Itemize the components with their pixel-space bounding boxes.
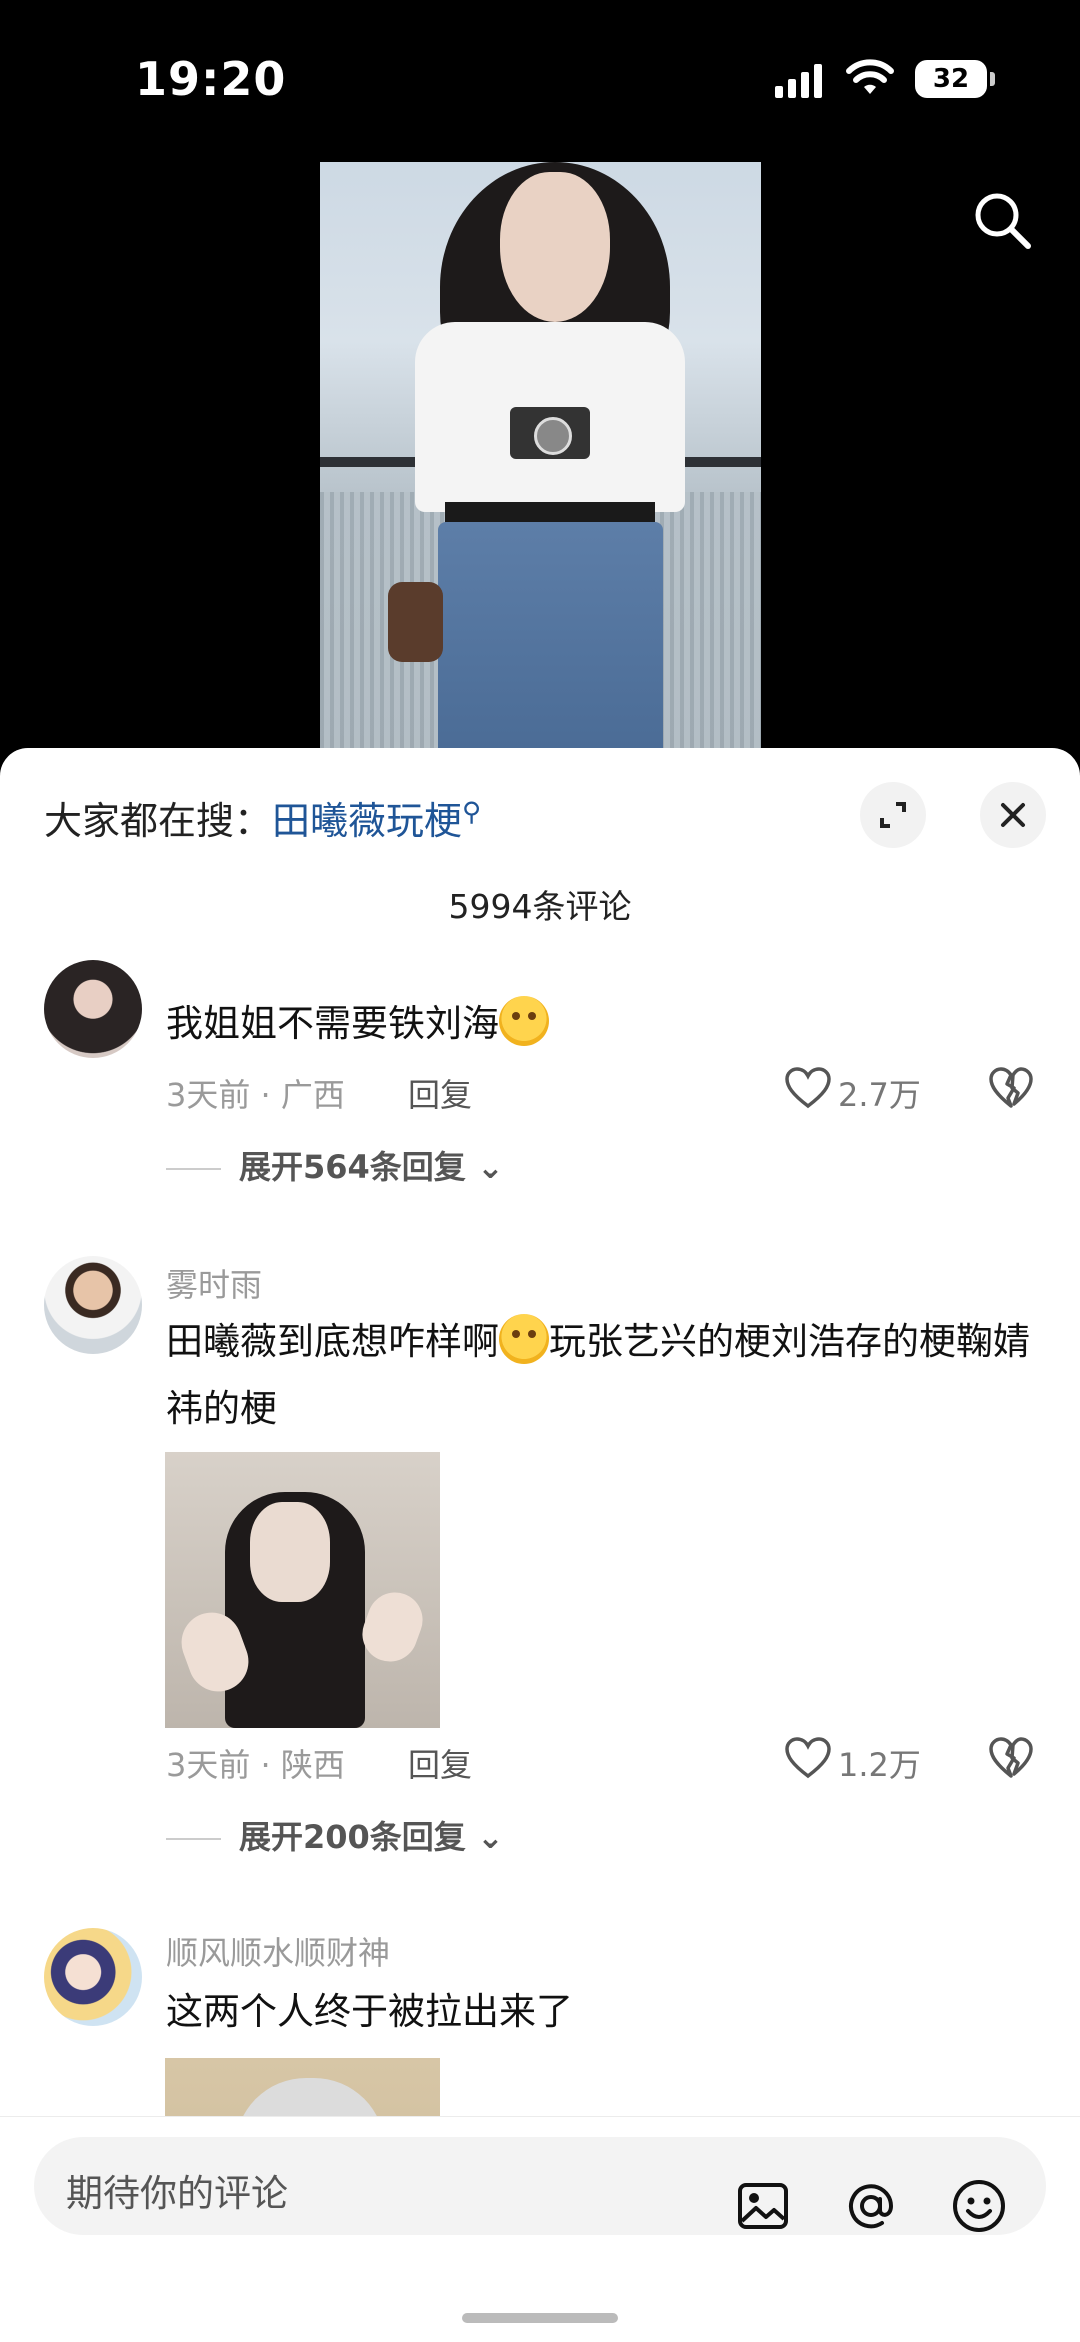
comment-text: 我姐姐不需要铁刘海 (166, 990, 1046, 1057)
crying-emoji-icon (499, 996, 549, 1046)
cellular-signal-icon (775, 64, 825, 98)
trending-search-keyword[interactable]: 田曦薇玩梗 (272, 799, 462, 843)
search-icon[interactable] (970, 188, 1034, 252)
heart-icon[interactable] (784, 1066, 832, 1110)
media-area: 19:20 32 (0, 0, 1080, 760)
wifi-icon (846, 59, 894, 94)
trending-search[interactable]: 大家都在搜：田曦薇玩梗⚲ (44, 790, 481, 845)
comment-text: 田曦薇到底想咋样啊 玩张艺兴的梗刘浩存的梗鞠婧祎的梗 (166, 1308, 1046, 1442)
battery-tip (990, 72, 995, 86)
avatar[interactable] (44, 960, 142, 1058)
like-count: 1.2万 (838, 1746, 921, 1784)
comment-input-bar: 期待你的评论 (0, 2116, 1080, 2342)
expand-replies[interactable]: 展开564条回复 ⌄ (166, 1142, 504, 1188)
trending-search-prefix: 大家都在搜： (44, 799, 273, 843)
comment-input-placeholder: 期待你的评论 (66, 2172, 288, 2215)
comment-count: 5994条评论 (448, 887, 632, 926)
heart-icon[interactable] (784, 1736, 832, 1780)
close-icon (1001, 803, 1025, 827)
close-sheet-button[interactable] (980, 782, 1046, 848)
flushed-emoji-icon (499, 1314, 549, 1364)
home-indicator (462, 2313, 618, 2323)
broken-heart-icon[interactable] (988, 1066, 1034, 1110)
avatar[interactable] (44, 1928, 142, 2026)
at-icon[interactable] (842, 2177, 900, 2235)
reply-button[interactable]: 回复 (408, 1070, 472, 1116)
comment-username[interactable]: 顺风顺水顺财神 (166, 1928, 390, 1974)
broken-heart-icon[interactable] (988, 1736, 1034, 1780)
image-icon[interactable] (734, 2177, 792, 2235)
expand-replies[interactable]: 展开200条回复 ⌄ (166, 1812, 504, 1858)
comment-meta: 3天前 · 陕西 (166, 1746, 345, 1784)
comment-sheet: 大家都在搜：田曦薇玩梗⚲ 5994条评论 我姐姐不需要铁刘海 3天前 · 广西 … (0, 748, 1080, 2341)
emoji-icon[interactable] (950, 2177, 1008, 2235)
comment-meta: 3天前 · 广西 (166, 1076, 345, 1114)
avatar[interactable] (44, 1256, 142, 1354)
comment-input[interactable]: 期待你的评论 (34, 2137, 1046, 2235)
like-count: 2.7万 (838, 1076, 921, 1114)
expand-icon (880, 802, 906, 828)
status-time: 19:20 (135, 52, 287, 106)
post-photo[interactable] (320, 162, 761, 760)
expand-sheet-button[interactable] (860, 782, 926, 848)
comment-image[interactable] (165, 1452, 440, 1728)
comment-username[interactable]: 雾时雨 (166, 1260, 262, 1306)
reply-button[interactable]: 回复 (408, 1740, 472, 1786)
comment-text: 这两个人终于被拉出来了 (166, 1990, 573, 2033)
battery-indicator: 32 (915, 60, 987, 98)
small-search-icon: ⚲ (462, 797, 482, 828)
